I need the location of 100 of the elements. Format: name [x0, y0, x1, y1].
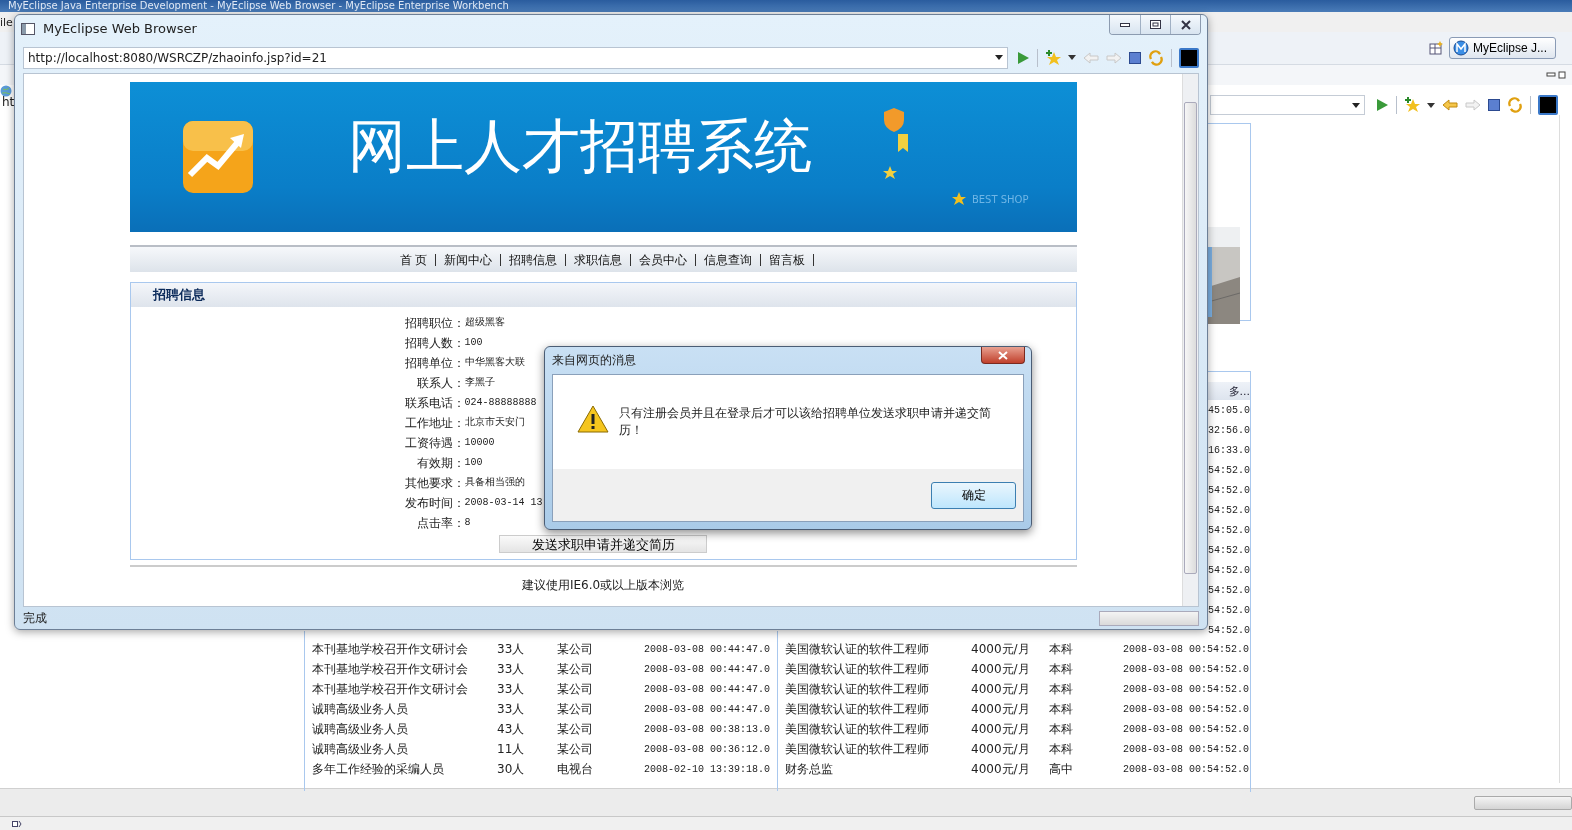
table-cell-text: 2008-03-08 00:36:12.0 [644, 743, 772, 755]
table-cell: 2008-03-08 00:54:52.0 [1123, 663, 1250, 675]
field-label: 发布时间： [404, 495, 465, 512]
table-cell-text: 财务总监 [785, 760, 834, 778]
globe-icon[interactable] [0, 85, 12, 97]
nav-link[interactable]: 留言板 [761, 253, 815, 266]
bookmark-add-icon[interactable] [1404, 97, 1420, 113]
scrollbar-thumb[interactable] [1474, 795, 1572, 810]
square-icon[interactable] [1179, 47, 1199, 68]
table-cell-text: 美国微软认证的软件工程师 [785, 640, 930, 658]
table-cell-text: 2008-03-08 00:44:47.0 [644, 703, 772, 715]
nav-link[interactable]: 新闻中心 [436, 253, 502, 266]
refresh-icon[interactable] [1148, 49, 1164, 66]
table-cell-text: 本科 [1049, 720, 1074, 738]
field-label: 有效期： [416, 455, 465, 472]
caret-icon[interactable] [995, 55, 1003, 60]
close-icon [1180, 19, 1191, 30]
back-icon[interactable] [1442, 99, 1458, 111]
table-cell-text: 本刊基地学校召开作文研讨会 [312, 640, 469, 658]
status-icon [12, 819, 22, 828]
field-value: 中华黑客大联 [464, 355, 525, 370]
table-cell-text: 4000元/月 [971, 680, 1031, 698]
field-label: 联系电话： [404, 395, 465, 412]
table-cell: 2008-03-08 00:54:52.0 [1123, 703, 1250, 715]
table-cell-text: 诚聘高级业务人员 [312, 740, 409, 758]
table-cell-text: 30人 [497, 760, 526, 778]
table-cell-text: 2008-03-08 00:38:13.0 [644, 723, 772, 735]
caret-icon[interactable] [1427, 102, 1435, 108]
time-text: 54:52.0 [1208, 484, 1250, 498]
menu-item[interactable]: ile [0, 15, 13, 29]
table-cell-text: 某公司 [557, 740, 594, 758]
table-cell-text: 33人 [497, 660, 526, 678]
table-cell-text: 4000元/月 [971, 760, 1031, 778]
field-value: 超级黑客 [464, 315, 505, 330]
address-field[interactable] [1210, 95, 1365, 115]
field-value: 北京市天安门 [464, 415, 525, 430]
time-text: 45:05.0 [1208, 404, 1250, 418]
close-icon [998, 350, 1008, 360]
time-text: 54:52.0 [1208, 584, 1250, 598]
stop-icon[interactable] [1129, 51, 1141, 64]
perspective-button[interactable]: MyEclipse J... [1449, 37, 1556, 59]
address-field[interactable]: http://localhost:8080/WSRCZP/zhaoinfo.jsp?id=21 [23, 46, 1008, 69]
table-cell-text: 高中 [1049, 760, 1074, 778]
maximize-button[interactable] [1140, 15, 1170, 34]
go-icon[interactable] [1375, 98, 1389, 112]
bookmark-add-icon[interactable] [1045, 49, 1061, 66]
table-cell-text: 某公司 [557, 680, 594, 698]
close-button[interactable] [1170, 15, 1200, 34]
caret-icon[interactable] [1352, 102, 1360, 108]
table-cell-text: 2008-02-10 13:39:18.0 [644, 763, 772, 775]
square-icon[interactable] [1538, 95, 1558, 115]
table-cell-text: 4000元/月 [971, 740, 1031, 758]
nav-link[interactable]: 信息查询 [696, 253, 762, 266]
table-cell-text: 某公司 [557, 640, 594, 658]
field-label: 招聘人数： [404, 335, 465, 352]
table-cell-text: 诚聘高级业务人员 [312, 700, 409, 718]
time-text: 32:56.0 [1208, 424, 1250, 438]
table-cell-text: 电视台 [557, 760, 594, 778]
nav-link[interactable]: 招聘信息 [501, 253, 567, 266]
warning-icon [577, 405, 609, 433]
field-label: 工作地址： [404, 415, 465, 432]
time-text: 54:52.0 [1208, 544, 1250, 558]
close-button[interactable] [981, 347, 1025, 364]
time-text: 54:52.0 [1208, 464, 1250, 478]
table-cell-text: 2008-03-08 00:44:47.0 [644, 643, 772, 655]
maximize-icon [1150, 20, 1161, 29]
table-cell: 2008-03-08 00:54:52.0 [1123, 683, 1250, 695]
field-value: 8 [464, 516, 471, 530]
badge-text: BEST SHOP [971, 193, 1029, 205]
table-cell-text: 某公司 [557, 700, 594, 718]
table-cell-text: 本科 [1049, 640, 1074, 658]
go-icon[interactable] [1016, 50, 1030, 65]
open-perspective-icon[interactable] [1429, 41, 1443, 55]
field-label: 点击率： [416, 515, 465, 532]
field-value: 李黑子 [464, 376, 495, 390]
nav-link[interactable]: 会员中心 [631, 253, 697, 266]
time-text: 54:52.0 [1208, 504, 1250, 518]
time-text: 16:33.0 [1208, 444, 1250, 458]
nav-link[interactable]: 求职信息 [566, 253, 632, 266]
ok-button[interactable]: 确定 [931, 481, 1016, 509]
table-cell-text: 4000元/月 [971, 720, 1031, 738]
minimize-button[interactable] [1110, 15, 1140, 34]
table-cell-text: 33人 [497, 700, 526, 718]
field-value: 100 [464, 336, 483, 350]
field-value: 具备相当强的 [464, 476, 525, 490]
field-label: 工资待遇： [404, 435, 465, 452]
table-cell-text: 本科 [1049, 740, 1074, 758]
caret-icon[interactable] [1068, 55, 1076, 60]
table-cell-text: 33人 [497, 680, 526, 698]
chart-logo-icon [181, 120, 254, 194]
table-cell-text: 43人 [497, 720, 526, 738]
window-title: MyEclipse Java Enterprise Development - MyEclipse Web Browser - MyEclipse Enterprise Workbench [0, 0, 1572, 12]
dialog-message: 只有注册会员并且在登录后才可以该给招聘单位发送求职申请并递交简历！ [619, 405, 992, 439]
table-cell-text: 某公司 [557, 720, 594, 738]
time-text: 54:52.0 [1208, 604, 1250, 618]
nav-link[interactable]: 首 页 [391, 253, 437, 266]
apply-button[interactable]: 发送求职申请并递交简历 [499, 535, 707, 553]
field-value: 10000 [464, 436, 495, 450]
status-text: 完成 [23, 609, 47, 627]
refresh-icon[interactable] [1507, 97, 1523, 113]
